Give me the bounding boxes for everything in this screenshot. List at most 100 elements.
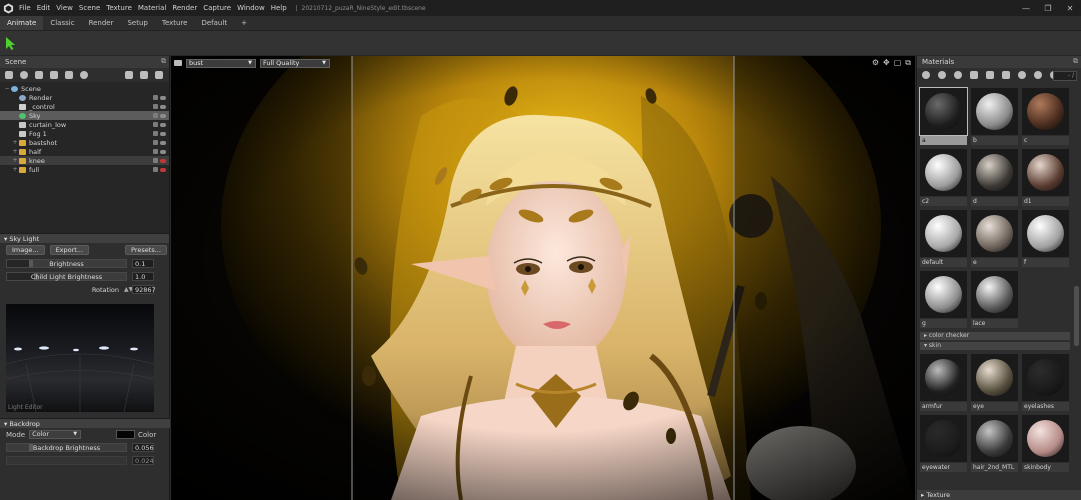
brightness-slider[interactable]: Brightness: [6, 259, 127, 268]
menu-window[interactable]: Window: [234, 4, 268, 12]
brightness-handle[interactable]: [29, 260, 33, 267]
brightness-value[interactable]: 0.1: [132, 259, 154, 268]
material-tile[interactable]: d1: [1022, 149, 1069, 206]
material-tile[interactable]: c: [1022, 88, 1069, 145]
tab-texture[interactable]: Texture: [155, 16, 195, 30]
duplicate-icon[interactable]: [140, 71, 148, 79]
refresh-icon[interactable]: [1018, 71, 1026, 79]
expander-icon[interactable]: +: [11, 139, 19, 146]
backdrop-brightness-value[interactable]: 0.056: [132, 443, 154, 452]
visibility-eye-icon[interactable]: [160, 113, 166, 118]
material-tile[interactable]: f: [1022, 210, 1069, 267]
scene-tree-item[interactable]: − Scene: [0, 84, 169, 93]
folder-icon[interactable]: [125, 71, 133, 79]
add-object-icon[interactable]: [5, 71, 13, 79]
expander-icon[interactable]: +: [11, 166, 19, 173]
export-button[interactable]: Export...: [49, 245, 90, 255]
tab-animate[interactable]: Animate: [0, 16, 44, 30]
menu-render[interactable]: Render: [169, 4, 200, 12]
lock-icon[interactable]: [153, 167, 158, 172]
lock-icon[interactable]: [153, 113, 158, 118]
pick-icon[interactable]: [1034, 71, 1042, 79]
popout-icon[interactable]: ⧉: [161, 57, 166, 66]
add-material-icon[interactable]: [922, 71, 930, 79]
scene-tree-item[interactable]: Sky: [0, 111, 169, 120]
child-brightness-slider[interactable]: Child Light Brightness: [6, 272, 127, 281]
assign-material-icon[interactable]: [954, 71, 962, 79]
add-audio-icon[interactable]: [80, 71, 88, 79]
image-button[interactable]: Image...: [6, 245, 45, 255]
lock-icon[interactable]: [153, 140, 158, 145]
mode-select[interactable]: Color ▼: [29, 430, 82, 439]
menu-help[interactable]: Help: [268, 4, 290, 12]
material-tile[interactable]: hair_2nd_MTL: [971, 415, 1018, 472]
material-tile[interactable]: b: [971, 88, 1018, 145]
3d-viewport[interactable]: bust ▼ Full Quality ▼ ⚙ ✥ ▢ ⧉: [171, 56, 915, 500]
scene-tree-item[interactable]: + half: [0, 147, 169, 156]
minimize-button[interactable]: —: [1015, 0, 1037, 16]
material-search-input[interactable]: - /: [1053, 71, 1077, 81]
lock-icon[interactable]: [153, 122, 158, 127]
material-tile[interactable]: c2: [920, 149, 967, 206]
add-tab-button[interactable]: +: [234, 16, 254, 30]
expander-icon[interactable]: +: [11, 148, 19, 155]
menu-file[interactable]: File: [16, 4, 34, 12]
visibility-eye-icon[interactable]: [160, 158, 166, 163]
tab-default[interactable]: Default: [194, 16, 234, 30]
menu-view[interactable]: View: [53, 4, 76, 12]
scene-tree-item[interactable]: _control: [0, 102, 169, 111]
material-tile[interactable]: armfur: [920, 354, 967, 411]
visibility-eye-icon[interactable]: [160, 122, 166, 127]
expander-icon[interactable]: +: [11, 157, 19, 164]
material-group-header[interactable]: ▾ skin: [920, 342, 1070, 350]
lock-icon[interactable]: [153, 131, 158, 136]
visibility-eye-icon[interactable]: [160, 95, 166, 100]
select-tool-icon[interactable]: [5, 37, 17, 50]
material-tile[interactable]: eyelashes: [1022, 354, 1069, 411]
quality-select[interactable]: Full Quality ▼: [260, 58, 330, 68]
material-group-header[interactable]: ▸ color checker: [920, 332, 1070, 340]
material-tile[interactable]: e: [971, 210, 1018, 267]
lock-icon[interactable]: [153, 104, 158, 109]
material-tile[interactable]: eye: [971, 354, 1018, 411]
materials-scrollbar[interactable]: [1074, 286, 1079, 346]
add-camera-icon[interactable]: [35, 71, 43, 79]
material-tile[interactable]: lace: [971, 271, 1018, 328]
backdrop-brightness-slider[interactable]: Backdrop Brightness: [6, 443, 127, 452]
scene-tree-item[interactable]: Fog 1: [0, 129, 169, 138]
copy-icon[interactable]: [986, 71, 994, 79]
menu-capture[interactable]: Capture: [200, 4, 234, 12]
duplicate-material-icon[interactable]: [938, 71, 946, 79]
move-icon[interactable]: ✥: [883, 58, 890, 68]
presets-button[interactable]: Presets...: [125, 245, 167, 255]
tab-render[interactable]: Render: [82, 16, 121, 30]
material-tile[interactable]: eyewater: [920, 415, 967, 472]
material-tile[interactable]: a: [919, 87, 968, 145]
tab-setup[interactable]: Setup: [120, 16, 154, 30]
visibility-eye-icon[interactable]: [160, 140, 166, 145]
scene-tree-item[interactable]: + bastshot: [0, 138, 169, 147]
backdrop-second-value[interactable]: 0.024: [132, 456, 154, 465]
lock-icon[interactable]: [153, 158, 158, 163]
texture-section-header[interactable]: ▸ Texture: [917, 490, 1081, 500]
backdrop-header[interactable]: ▾ Backdrop: [0, 418, 170, 428]
add-shadow-icon[interactable]: [65, 71, 73, 79]
rotation-value[interactable]: 92867: [132, 285, 156, 294]
gear-icon[interactable]: ⚙: [872, 58, 879, 68]
visibility-eye-icon[interactable]: [160, 131, 166, 136]
folder-icon[interactable]: [970, 71, 978, 79]
scene-tree-item[interactable]: + full: [0, 165, 169, 174]
scene-tree-item[interactable]: curtain_low: [0, 120, 169, 129]
lock-icon[interactable]: [153, 95, 158, 100]
backdrop-color-swatch[interactable]: [116, 430, 135, 439]
popout-icon[interactable]: ⧉: [1073, 57, 1078, 66]
tab-classic[interactable]: Classic: [43, 16, 81, 30]
backdrop-second-slider[interactable]: [6, 456, 127, 465]
light-editor-preview[interactable]: Light Editor: [6, 304, 154, 412]
menu-edit[interactable]: Edit: [34, 4, 54, 12]
visibility-eye-icon[interactable]: [160, 104, 166, 109]
menu-material[interactable]: Material: [135, 4, 169, 12]
maximize-button[interactable]: ❐: [1037, 0, 1059, 16]
visibility-eye-icon[interactable]: [160, 167, 166, 172]
add-light-icon[interactable]: [20, 71, 28, 79]
